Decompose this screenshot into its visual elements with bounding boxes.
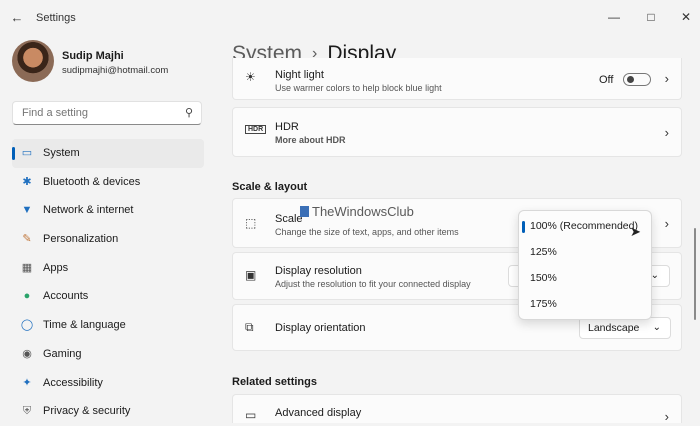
apps-icon: ▦ [21, 261, 33, 274]
bluetooth-icon: ✱ [22, 175, 32, 188]
orientation-value: Landscape [588, 322, 640, 334]
sidebar-item-network[interactable]: ▼ Network & internet [12, 196, 204, 225]
sun-icon: ☀ [245, 70, 256, 84]
scale-icon: ⬚ [245, 216, 257, 230]
toggle-knob [627, 76, 634, 83]
scale-layout-heading: Scale & layout [232, 181, 308, 193]
hdr-title: HDR [275, 121, 299, 133]
sidebar-item-accounts[interactable]: ● Accounts [12, 282, 204, 311]
sidebar-item-apps[interactable]: ▦ Apps [12, 254, 204, 283]
scale-option-150[interactable]: 150% [530, 272, 557, 284]
night-light-state: Off [599, 74, 614, 86]
close-button[interactable]: ✕ [676, 8, 696, 26]
watermark-text: TheWindowsClub [312, 204, 414, 219]
chevron-right-icon[interactable]: › [665, 409, 669, 424]
sidebar-item-label: Personalization [43, 233, 119, 246]
scale-option-125[interactable]: 125% [530, 246, 557, 258]
window-title: Settings [36, 12, 76, 24]
chevron-down-icon: ⌄ [652, 322, 661, 333]
selection-indicator [12, 147, 15, 160]
person-icon: ● [23, 290, 31, 303]
user-profile[interactable]: Sudip Majhi sudipmajhi@hotmail.com [12, 40, 212, 86]
sidebar-item-label: Time & language [43, 319, 126, 332]
sidebar-item-time-language[interactable]: ◯ Time & language [12, 311, 204, 340]
scale-title: Scale [275, 213, 303, 225]
night-light-title: Night light [275, 69, 324, 81]
resolution-title: Display resolution [275, 265, 362, 277]
resolution-icon: ▣ [245, 268, 257, 282]
orientation-icon: ⧉ [245, 320, 254, 334]
scale-option-100[interactable]: 100% (Recommended) [530, 220, 638, 232]
avatar[interactable] [12, 40, 54, 82]
hdr-icon: HDR [245, 125, 267, 134]
night-light-subtitle: Use warmer colors to help block blue lig… [275, 83, 442, 93]
brush-icon: ✎ [22, 233, 32, 246]
accessibility-icon: ✦ [22, 376, 32, 389]
sidebar-item-label: Accessibility [43, 376, 103, 389]
chevron-right-icon[interactable]: › [665, 216, 669, 231]
user-email: sudipmajhi@hotmail.com [62, 65, 169, 76]
chevron-right-icon[interactable]: › [665, 71, 669, 86]
advanced-display-title: Advanced display [275, 407, 362, 419]
sidebar-item-label: Privacy & security [43, 405, 131, 418]
sidebar-item-gaming[interactable]: ◉ Gaming [12, 340, 204, 369]
monitor-icon: ▭ [21, 147, 33, 159]
sidebar-item-bluetooth[interactable]: ✱ Bluetooth & devices [12, 168, 204, 197]
sidebar-item-privacy[interactable]: ⛨ Privacy & security [12, 397, 204, 426]
mouse-pointer-icon: ➤ [630, 224, 641, 239]
chevron-right-icon[interactable]: › [665, 125, 669, 140]
minimize-button[interactable]: — [604, 8, 624, 26]
scale-subtitle: Change the size of text, apps, and other… [275, 227, 459, 237]
orientation-dropdown[interactable]: Landscape ⌄ [579, 317, 671, 339]
sidebar-item-label: Network & internet [43, 204, 134, 217]
sidebar-item-label: Accounts [43, 290, 89, 303]
advanced-display-card[interactable]: ▭ Advanced display › [232, 394, 682, 424]
search-input[interactable] [20, 106, 184, 120]
back-arrow-icon[interactable]: ← [9, 10, 25, 26]
hdr-card[interactable]: HDR HDR More about HDR › [232, 107, 682, 157]
sidebar-item-accessibility[interactable]: ✦ Accessibility [12, 369, 204, 398]
user-name: Sudip Majhi [62, 50, 124, 62]
selected-option-indicator [522, 221, 525, 233]
watermark: TheWindowsClub [300, 204, 414, 219]
sidebar-item-label: Apps [43, 261, 69, 274]
sidebar-item-system[interactable]: ▭ System [12, 139, 204, 168]
scrollbar[interactable] [694, 228, 696, 320]
watermark-logo-icon [300, 206, 309, 217]
resolution-subtitle: Adjust the resolution to fit your connec… [275, 279, 471, 289]
title-bar: ← Settings — □ ✕ [0, 0, 700, 34]
more-about-hdr-link[interactable]: More about HDR [275, 135, 346, 145]
related-settings-heading: Related settings [232, 376, 317, 388]
orientation-title: Display orientation [275, 322, 366, 334]
scale-option-175[interactable]: 175% [530, 298, 557, 310]
night-light-toggle[interactable] [623, 73, 651, 86]
search-icon[interactable]: ⚲ [185, 106, 193, 119]
night-light-card[interactable]: ☀ Night light Use warmer colors to help … [232, 58, 682, 100]
gamepad-icon: ◉ [22, 347, 32, 360]
shield-icon: ⛨ [22, 405, 32, 418]
sidebar-item-personalization[interactable]: ✎ Personalization [12, 225, 204, 254]
globe-icon: ◯ [20, 319, 34, 332]
sidebar-item-label: Bluetooth & devices [43, 175, 141, 188]
sidebar-nav: ▭ System ✱ Bluetooth & devices ▼ Network… [12, 139, 204, 426]
monitor-icon: ▭ [245, 408, 257, 422]
wifi-icon: ▼ [21, 204, 33, 217]
search-box[interactable]: ⚲ [12, 101, 202, 125]
sidebar-item-label: System [43, 147, 80, 159]
maximize-button[interactable]: □ [641, 8, 661, 26]
sidebar-item-label: Gaming [43, 347, 82, 360]
